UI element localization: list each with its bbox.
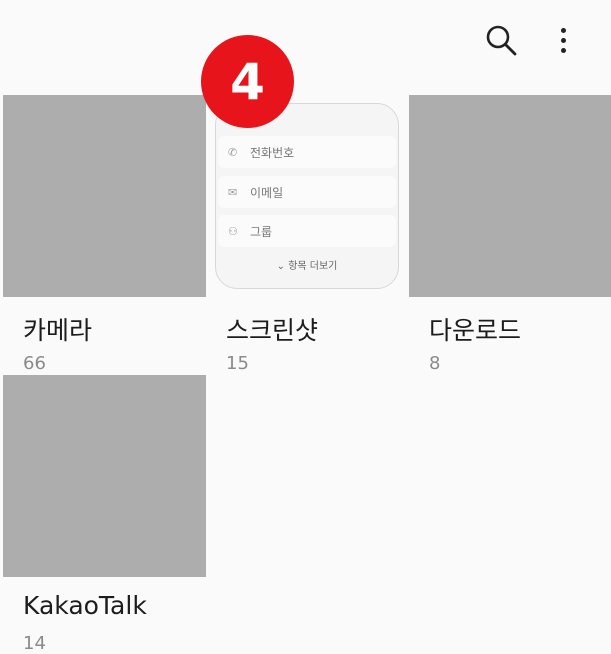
thumb-row-group: ⚇ 그룹 xyxy=(218,215,396,247)
screenshot-thumbnail[interactable]: ✆ 전화번호 ✉ 이메일 ⚇ 그룹 ⌄ 항목 더보기 xyxy=(215,103,399,289)
thumb-row-label: 전화번호 xyxy=(250,145,295,160)
album-kakaotalk[interactable]: KakaoTalk 14 xyxy=(3,375,206,654)
album-camera[interactable]: 카메라 66 xyxy=(3,95,206,380)
phone-icon: ✆ xyxy=(228,145,238,159)
album-downloads[interactable]: 다운로드 8 xyxy=(409,95,611,380)
album-name: 스크린샷 xyxy=(226,316,319,345)
album-count: 15 xyxy=(226,353,249,374)
album-count: 14 xyxy=(23,633,46,654)
search-icon xyxy=(486,25,517,56)
group-icon: ⚇ xyxy=(228,224,238,238)
thumb-more-label: 항목 더보기 xyxy=(288,261,338,272)
chevron-down-icon: ⌄ xyxy=(276,261,285,272)
more-options-icon xyxy=(560,25,566,55)
top-app-bar xyxy=(0,0,611,80)
album-name: 카메라 xyxy=(23,316,93,345)
step-number-badge: 4 xyxy=(201,35,294,128)
thumb-more-items: ⌄ 항목 더보기 xyxy=(216,257,398,272)
more-options-button[interactable] xyxy=(541,18,585,62)
album-thumbnail xyxy=(3,95,206,297)
thumb-row-label: 그룹 xyxy=(250,224,273,239)
thumb-row-email: ✉ 이메일 xyxy=(218,176,396,208)
album-count: 8 xyxy=(429,353,441,374)
mail-icon: ✉ xyxy=(228,185,238,199)
album-name: 다운로드 xyxy=(429,316,522,345)
thumb-row-label: 이메일 xyxy=(250,185,284,200)
album-name: KakaoTalk xyxy=(23,591,147,620)
album-thumbnail xyxy=(3,375,206,577)
thumb-row-phone: ✆ 전화번호 xyxy=(218,136,396,168)
album-thumbnail xyxy=(409,95,611,297)
search-button[interactable] xyxy=(479,18,523,62)
album-count: 66 xyxy=(23,353,46,374)
